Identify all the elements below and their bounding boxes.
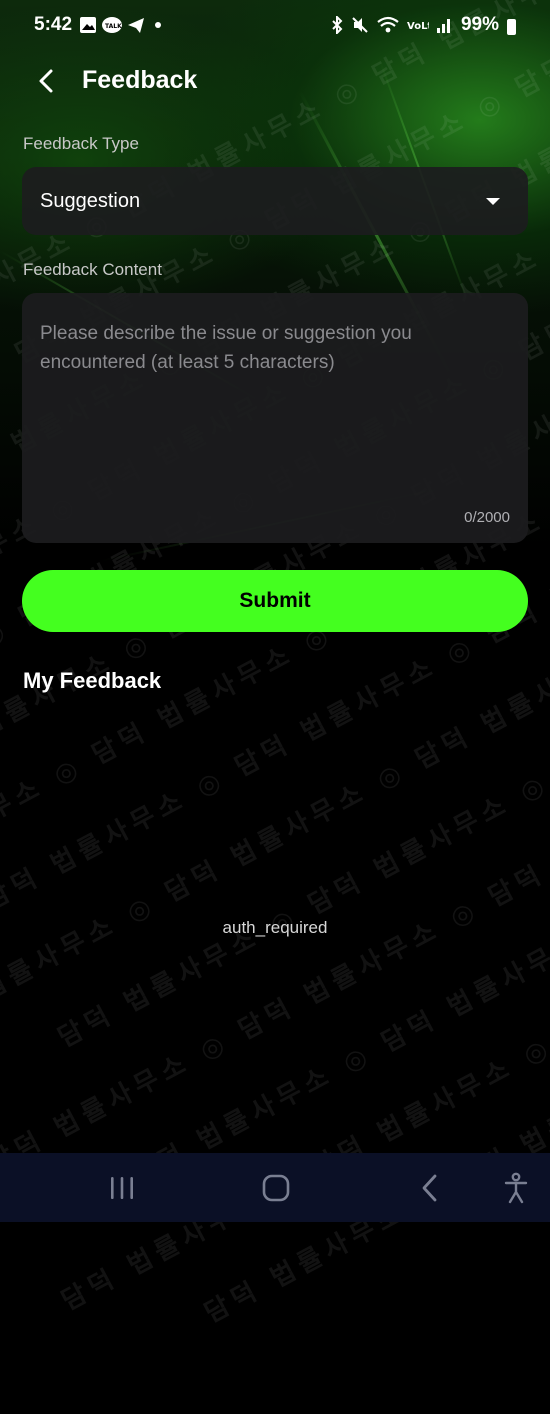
feedback-content-placeholder: Please describe the issue or suggestion … [40, 323, 412, 373]
feedback-type-select[interactable]: Suggestion [22, 167, 528, 235]
accessibility-icon[interactable] [496, 1171, 536, 1205]
mute-icon [352, 17, 368, 33]
bluetooth-icon [332, 16, 343, 34]
gallery-icon: TALK [80, 17, 161, 33]
wifi-icon [377, 16, 399, 33]
page-title: Feedback [82, 66, 198, 94]
app-header: Feedback [0, 56, 550, 108]
svg-text:VoLte: VoLte [407, 21, 429, 32]
svg-text:TALK: TALK [105, 23, 122, 30]
dropdown-caret-icon [486, 198, 500, 205]
back-arrow-icon[interactable] [34, 68, 60, 94]
status-time: 5:42 [34, 14, 73, 35]
submit-button[interactable]: Submit [22, 570, 528, 632]
back-nav-icon[interactable] [410, 1171, 450, 1205]
feedback-type-value: Suggestion [40, 190, 141, 212]
character-counter: 0/2000 [464, 509, 510, 526]
home-icon[interactable] [256, 1171, 296, 1205]
feedback-type-label: Feedback Type [23, 134, 139, 153]
empty-state-text: auth_required [222, 918, 328, 937]
status-bar: 5:42 TALK VoLte 99% [0, 0, 550, 56]
notification-icons: TALK [80, 14, 184, 43]
feedback-content-input[interactable]: Please describe the issue or suggestion … [22, 293, 528, 543]
battery-percent: 99% [460, 14, 499, 35]
system-icons: VoLte 99% [331, 14, 516, 36]
volte-icon: VoLte [407, 21, 429, 32]
feedback-content-label: Feedback Content [23, 260, 162, 279]
battery-icon [507, 19, 516, 35]
system-navigation-bar [0, 1153, 550, 1222]
my-feedback-title: My Feedback [23, 668, 162, 693]
signal-icon [436, 19, 450, 33]
recent-apps-icon[interactable] [102, 1171, 142, 1205]
